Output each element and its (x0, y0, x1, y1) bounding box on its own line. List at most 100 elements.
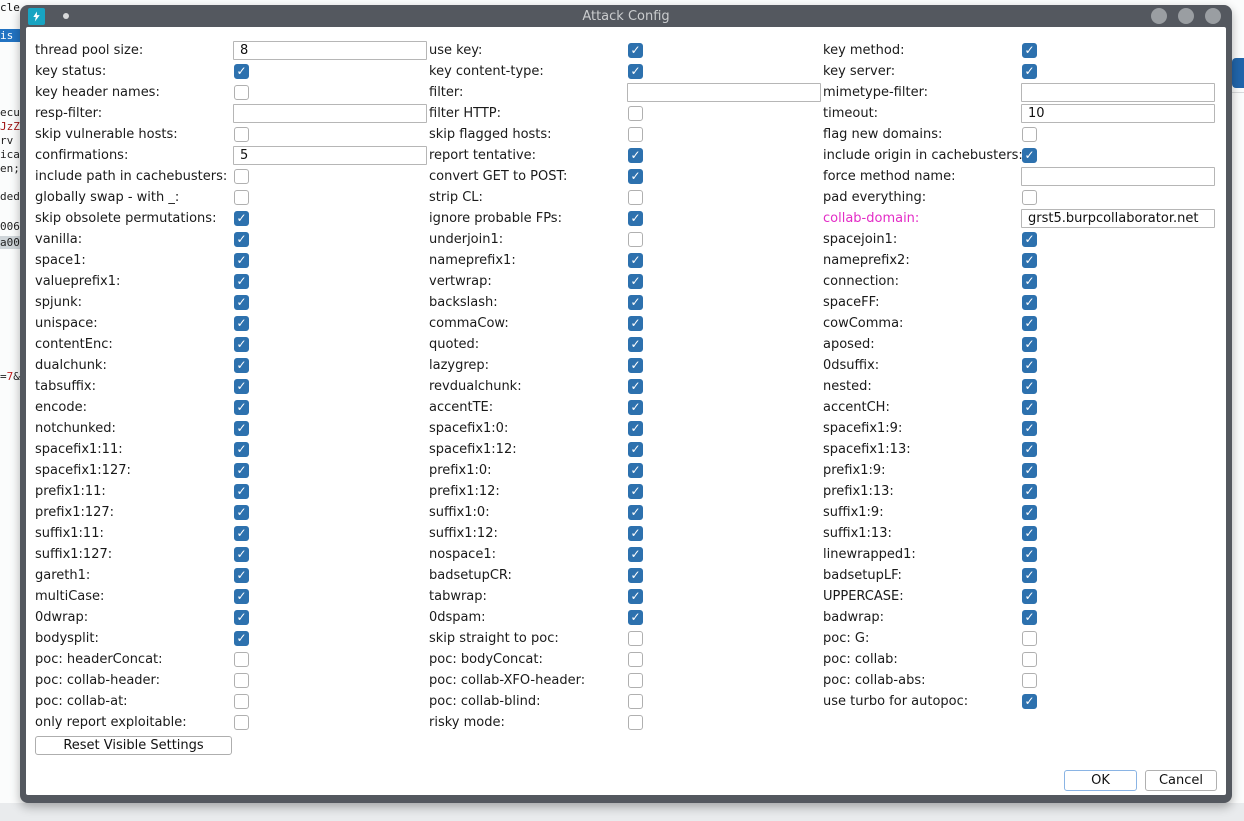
checkbox-tabwrap[interactable] (628, 589, 643, 604)
checkbox-filter-http[interactable] (628, 106, 643, 121)
checkbox-strip-cl[interactable] (628, 190, 643, 205)
checkbox-vertwrap[interactable] (628, 274, 643, 289)
checkbox-uppercase[interactable] (1022, 589, 1037, 604)
checkbox-bodysplit[interactable] (234, 631, 249, 646)
checkbox-prefix1-0[interactable] (628, 463, 643, 478)
checkbox-nospace1[interactable] (628, 547, 643, 562)
checkbox-suffix1-0[interactable] (628, 505, 643, 520)
checkbox-poc-collab-header[interactable] (234, 673, 249, 688)
ok-button[interactable]: OK (1064, 770, 1137, 791)
checkbox-prefix1-11[interactable] (234, 484, 249, 499)
checkbox-only-report-exploitable[interactable] (234, 715, 249, 730)
checkbox-spaceff[interactable] (1022, 295, 1037, 310)
input-force-method-name[interactable] (1021, 167, 1215, 186)
checkbox-pad-everything[interactable] (1022, 190, 1037, 205)
checkbox-use-key[interactable] (628, 43, 643, 58)
cancel-button[interactable]: Cancel (1145, 770, 1217, 791)
titlebar[interactable]: Attack Config (26, 5, 1226, 27)
checkbox-poc-g[interactable] (1022, 631, 1037, 646)
checkbox-space1[interactable] (234, 253, 249, 268)
checkbox-cowcomma[interactable] (1022, 316, 1037, 331)
checkbox-contentenc[interactable] (234, 337, 249, 352)
checkbox-backslash[interactable] (628, 295, 643, 310)
checkbox-poc-collab-abs[interactable] (1022, 673, 1037, 688)
checkbox-linewrapped1[interactable] (1022, 547, 1037, 562)
checkbox-notchunked[interactable] (234, 421, 249, 436)
checkbox-use-turbo-for-autopoc[interactable] (1022, 694, 1037, 709)
checkbox-key-header-names[interactable] (234, 85, 249, 100)
checkbox-0dsuffix[interactable] (1022, 358, 1037, 373)
checkbox-spjunk[interactable] (234, 295, 249, 310)
checkbox-multicase[interactable] (234, 589, 249, 604)
checkbox-poc-collab-at[interactable] (234, 694, 249, 709)
checkbox-0dwrap[interactable] (234, 610, 249, 625)
input-collab-domain[interactable] (1021, 209, 1215, 228)
checkbox-0dspam[interactable] (628, 610, 643, 625)
input-thread-pool-size[interactable] (233, 41, 427, 60)
checkbox-risky-mode[interactable] (628, 715, 643, 730)
checkbox-valueprefix1[interactable] (234, 274, 249, 289)
checkbox-spacefix1-9[interactable] (1022, 421, 1037, 436)
checkbox-prefix1-13[interactable] (1022, 484, 1037, 499)
checkbox-poc-collab-xfo-header[interactable] (628, 673, 643, 688)
checkbox-accentch[interactable] (1022, 400, 1037, 415)
checkbox-aposed[interactable] (1022, 337, 1037, 352)
checkbox-include-path-in-cachebusters[interactable] (234, 169, 249, 184)
checkbox-badsetuplf[interactable] (1022, 568, 1037, 583)
checkbox-encode[interactable] (234, 400, 249, 415)
checkbox-spacefix1-127[interactable] (234, 463, 249, 478)
input-filter[interactable] (627, 83, 821, 102)
checkbox-revdualchunk[interactable] (628, 379, 643, 394)
reset-visible-settings-button[interactable]: Reset Visible Settings (35, 736, 232, 755)
checkbox-suffix1-127[interactable] (234, 547, 249, 562)
checkbox-badwrap[interactable] (1022, 610, 1037, 625)
checkbox-convert-get-to-post[interactable] (628, 169, 643, 184)
checkbox-prefix1-127[interactable] (234, 505, 249, 520)
input-resp-filter[interactable] (233, 104, 427, 123)
checkbox-spacefix1-13[interactable] (1022, 442, 1037, 457)
checkbox-nameprefix2[interactable] (1022, 253, 1037, 268)
checkbox-gareth1[interactable] (234, 568, 249, 583)
checkbox-quoted[interactable] (628, 337, 643, 352)
checkbox-skip-flagged-hosts[interactable] (628, 127, 643, 142)
checkbox-suffix1-11[interactable] (234, 526, 249, 541)
checkbox-accentte[interactable] (628, 400, 643, 415)
checkbox-key-status[interactable] (234, 64, 249, 79)
checkbox-flag-new-domains[interactable] (1022, 127, 1037, 142)
checkbox-suffix1-9[interactable] (1022, 505, 1037, 520)
checkbox-key-method[interactable] (1022, 43, 1037, 58)
checkbox-tabsuffix[interactable] (234, 379, 249, 394)
checkbox-globally-swap-with[interactable] (234, 190, 249, 205)
checkbox-include-origin-in-cachebusters[interactable] (1022, 148, 1037, 163)
checkbox-key-content-type[interactable] (628, 64, 643, 79)
checkbox-poc-headerconcat[interactable] (234, 652, 249, 667)
checkbox-prefix1-9[interactable] (1022, 463, 1037, 478)
checkbox-nameprefix1[interactable] (628, 253, 643, 268)
checkbox-nested[interactable] (1022, 379, 1037, 394)
checkbox-poc-collab-blind[interactable] (628, 694, 643, 709)
checkbox-dualchunk[interactable] (234, 358, 249, 373)
checkbox-skip-obsolete-permutations[interactable] (234, 211, 249, 226)
checkbox-spacefix1-0[interactable] (628, 421, 643, 436)
checkbox-suffix1-12[interactable] (628, 526, 643, 541)
checkbox-prefix1-12[interactable] (628, 484, 643, 499)
input-confirmations[interactable] (233, 146, 427, 165)
checkbox-spacejoin1[interactable] (1022, 232, 1037, 247)
checkbox-skip-vulnerable-hosts[interactable] (234, 127, 249, 142)
checkbox-badsetupcr[interactable] (628, 568, 643, 583)
checkbox-report-tentative[interactable] (628, 148, 643, 163)
input-mimetype-filter[interactable] (1021, 83, 1215, 102)
checkbox-lazygrep[interactable] (628, 358, 643, 373)
input-timeout[interactable] (1021, 104, 1215, 123)
checkbox-skip-straight-to-poc[interactable] (628, 631, 643, 646)
checkbox-key-server[interactable] (1022, 64, 1037, 79)
checkbox-spacefix1-12[interactable] (628, 442, 643, 457)
checkbox-connection[interactable] (1022, 274, 1037, 289)
checkbox-commacow[interactable] (628, 316, 643, 331)
checkbox-vanilla[interactable] (234, 232, 249, 247)
checkbox-ignore-probable-fps[interactable] (628, 211, 643, 226)
checkbox-suffix1-13[interactable] (1022, 526, 1037, 541)
checkbox-unispace[interactable] (234, 316, 249, 331)
checkbox-underjoin1[interactable] (628, 232, 643, 247)
checkbox-spacefix1-11[interactable] (234, 442, 249, 457)
